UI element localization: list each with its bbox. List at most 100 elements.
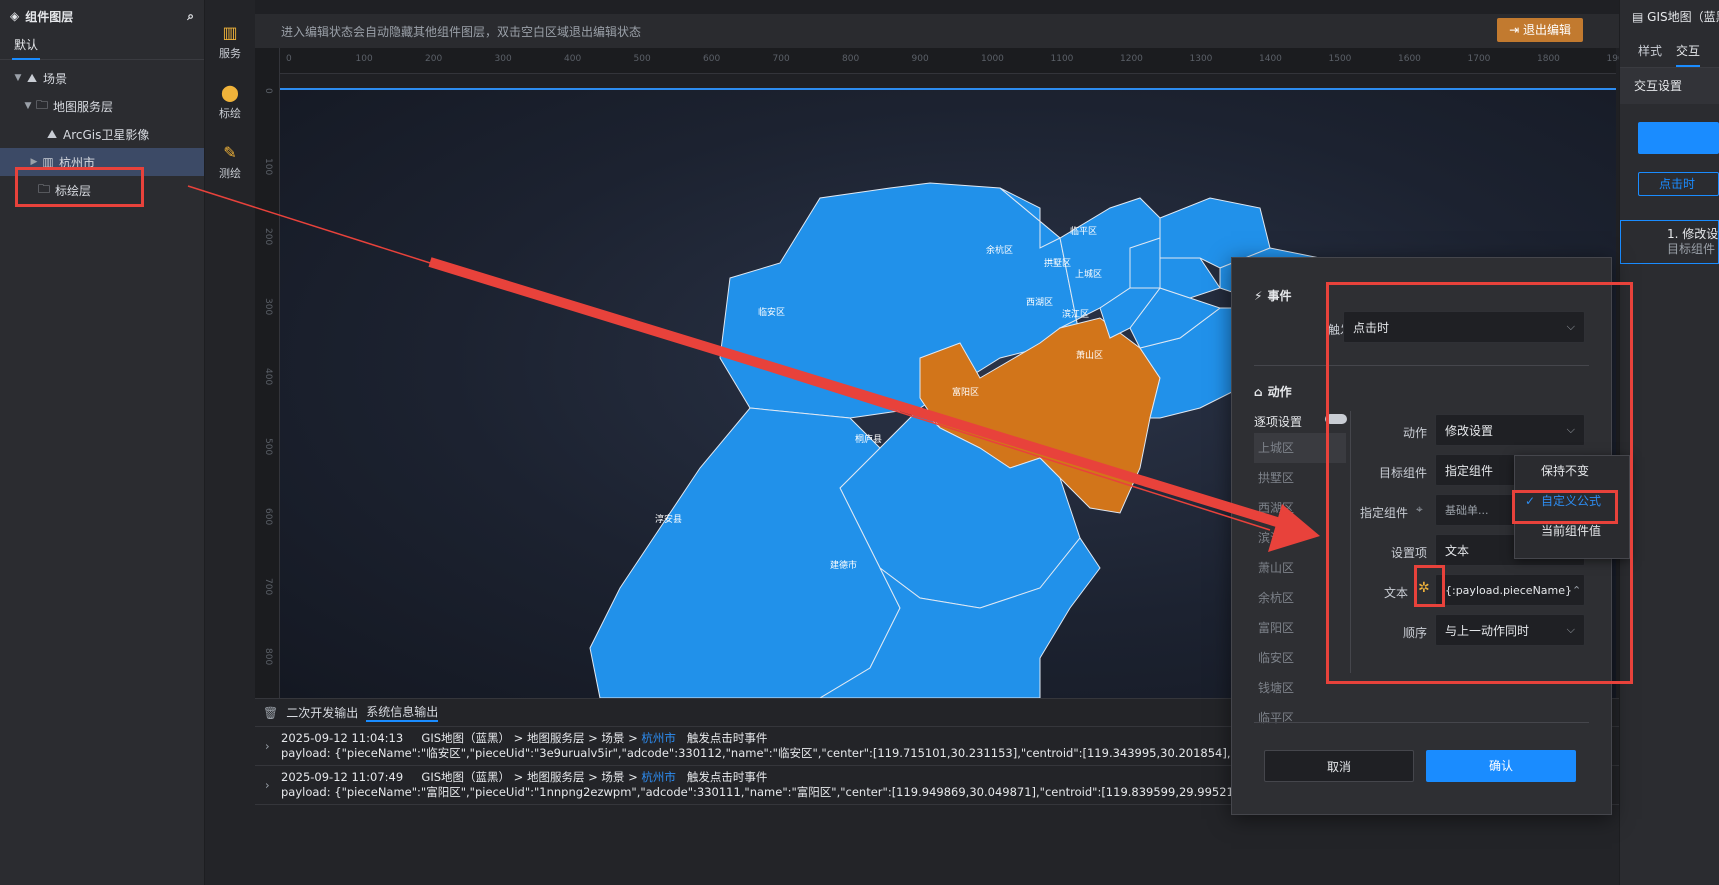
ruler-tick: 200: [263, 228, 273, 246]
ruler-tick: 1000: [981, 54, 1004, 64]
ruler-tick: 1300: [1189, 54, 1213, 64]
target-label: 目标组件: [1378, 466, 1427, 480]
dropdown-option-custom-formula[interactable]: ✓ 自定义公式: [1515, 486, 1629, 516]
confirm-button[interactable]: 确认: [1426, 750, 1576, 782]
trigger-select-value: 点击时: [1353, 320, 1390, 335]
ruler-tick: 700: [263, 578, 273, 596]
expand-icon[interactable]: ›: [265, 739, 270, 754]
tab-dev-output[interactable]: 二次开发输出: [286, 704, 358, 721]
action-section-title: ⌂ 动作: [1254, 383, 1292, 400]
ruler-tick: 1200: [1120, 54, 1143, 64]
text-formula-input[interactable]: {:payload.pieceName} ⌃: [1435, 574, 1585, 606]
caret-down-icon[interactable]: ▼: [22, 101, 34, 111]
tree-item-hangzhou[interactable]: ▶ ▥ 杭州市: [0, 148, 204, 176]
setting-select-value: 文本: [1445, 543, 1470, 558]
measure-tool-button[interactable]: ✎ 测绘: [205, 132, 255, 192]
tree-item-map-service-layer[interactable]: ▼ 🗀 地图服务层: [0, 92, 204, 120]
order-select-value: 与上一动作同时: [1445, 623, 1530, 638]
district-item[interactable]: 临安区: [1254, 643, 1346, 673]
map-icon: ▥: [222, 23, 238, 42]
chevron-up-icon: ⌃: [1572, 583, 1582, 597]
ruler-tick: 1600: [1398, 54, 1421, 64]
district-item[interactable]: 钱塘区: [1254, 673, 1346, 703]
dropdown-option-current-value[interactable]: 当前组件值: [1515, 516, 1629, 546]
district-item[interactable]: 上城区: [1254, 433, 1346, 463]
district-item[interactable]: 西湖区: [1254, 493, 1346, 523]
ruler-tick: 1100: [1050, 54, 1074, 64]
ruler-pen-icon: ✎: [223, 143, 237, 162]
layer-panel: ◈ 组件图层 ⌕ 默认 ▼ ⛰ 场景 ▼ 🗀 地图服务层 ⛰ ArcGis卫星影…: [0, 0, 205, 885]
log-link[interactable]: 杭州市: [641, 731, 676, 745]
doc-icon: ▤: [1632, 10, 1644, 24]
tree-item-label: 场景: [43, 71, 68, 86]
district-item[interactable]: 拱墅区: [1254, 463, 1346, 493]
divider: [1254, 722, 1589, 723]
value-mode-dropdown: 保持不变 ✓ 自定义公式 当前组件值: [1514, 455, 1630, 559]
event-section-label: 事件: [1267, 289, 1292, 303]
search-icon[interactable]: ⌕: [187, 9, 194, 24]
log-time: 2025-09-12 11:07:49: [281, 770, 404, 784]
crosshair-icon[interactable]: ⌖: [1416, 502, 1423, 517]
service-tool-button[interactable]: ▥ 服务: [205, 12, 255, 72]
cancel-button[interactable]: 取消: [1264, 750, 1414, 782]
district-item[interactable]: 富阳区: [1254, 613, 1346, 643]
tab-interaction[interactable]: 交互: [1676, 42, 1701, 67]
ruler-tick: 300: [263, 298, 273, 316]
expand-icon[interactable]: ›: [265, 778, 270, 793]
tree-item-scene[interactable]: ▼ ⛰ 场景: [0, 64, 204, 92]
per-item-toggle[interactable]: [1325, 414, 1347, 424]
layers-icon: ◈: [10, 9, 20, 23]
layer-tabs: 默认: [0, 32, 204, 60]
tab-style[interactable]: 样式: [1638, 42, 1662, 59]
district-item[interactable]: 滨江区: [1254, 523, 1346, 553]
layer-panel-title: 组件图层: [25, 9, 74, 24]
trash-icon[interactable]: 🗑: [263, 706, 278, 720]
edit-hint-bar: 进入编辑状态会自动隐藏其他组件图层，双击空白区域退出编辑状态 ⇥ 退出编辑: [255, 14, 1619, 48]
text-formula-value: {:payload.pieceName}: [1445, 583, 1573, 597]
tab-default[interactable]: 默认: [12, 32, 41, 60]
add-interaction-button[interactable]: [1638, 122, 1719, 154]
ruler-tick: 0: [263, 88, 273, 94]
dropdown-option-keep[interactable]: 保持不变: [1515, 456, 1629, 486]
map-label-xihu: 西湖区: [1026, 297, 1053, 308]
trigger-tag[interactable]: 点击时: [1638, 172, 1719, 196]
mountain-icon: ⛰: [46, 126, 58, 141]
tool-label: 测绘: [219, 167, 241, 180]
layer-tree: ▼ ⛰ 场景 ▼ 🗀 地图服务层 ⛰ ArcGis卫星影像 ▶ ▥ 杭州市 🗀 …: [0, 60, 204, 204]
action-icon: ⌂: [1254, 384, 1263, 399]
caret-down-icon[interactable]: ▼: [12, 73, 24, 83]
tree-item-label: 杭州市: [59, 155, 96, 170]
district-item[interactable]: 临平区: [1254, 703, 1346, 733]
check-icon: ✓: [1525, 494, 1536, 508]
edit-hint-text: 进入编辑状态会自动隐藏其他组件图层，双击空白区域退出编辑状态: [281, 24, 642, 39]
ruler-left: 0 100 200 300 400 500 600 700 800: [255, 48, 280, 698]
action-select[interactable]: 修改设置 ⌵: [1435, 414, 1585, 446]
district-item[interactable]: 余杭区: [1254, 583, 1346, 613]
props-tabs: 样式 交互: [1620, 34, 1719, 68]
trigger-select[interactable]: 点击时 ⌵: [1343, 311, 1585, 343]
map-label-gongshu: 拱墅区: [1044, 257, 1071, 269]
tab-system-output[interactable]: 系统信息输出: [366, 703, 439, 722]
map-label-jiande: 建德市: [830, 559, 857, 571]
specify-component-select[interactable]: 基础单...: [1435, 494, 1515, 526]
district-item[interactable]: 萧山区: [1254, 553, 1346, 583]
ruler-tick: 200: [425, 54, 443, 64]
caret-right-icon[interactable]: ▶: [28, 157, 40, 167]
tree-item-plot-layer[interactable]: 🗀 标绘层: [0, 176, 204, 204]
action-card[interactable]: 1. 修改设 目标组件: [1620, 220, 1719, 264]
map-label-yuhang: 余杭区: [986, 244, 1013, 256]
formula-icon[interactable]: ✲: [1418, 580, 1430, 596]
order-select[interactable]: 与上一动作同时 ⌵: [1435, 614, 1585, 646]
ruler-tick: 600: [263, 508, 273, 526]
map-label-binjiang: 滨江区: [1062, 308, 1089, 320]
log-time: 2025-09-12 11:04:13: [281, 731, 404, 745]
exit-edit-button[interactable]: ⇥ 退出编辑: [1497, 18, 1583, 42]
map-label-shangcheng: 上城区: [1075, 269, 1102, 280]
action-card-subtitle: 目标组件: [1667, 242, 1716, 256]
log-link[interactable]: 杭州市: [641, 770, 676, 784]
plot-tool-button[interactable]: ⬤ 标绘: [205, 72, 255, 132]
tree-item-arcgis[interactable]: ⛰ ArcGis卫星影像: [0, 120, 204, 148]
district-chunan: [589, 407, 901, 698]
exit-icon: ⇥: [1509, 23, 1523, 37]
tree-item-label: 标绘层: [55, 183, 92, 198]
